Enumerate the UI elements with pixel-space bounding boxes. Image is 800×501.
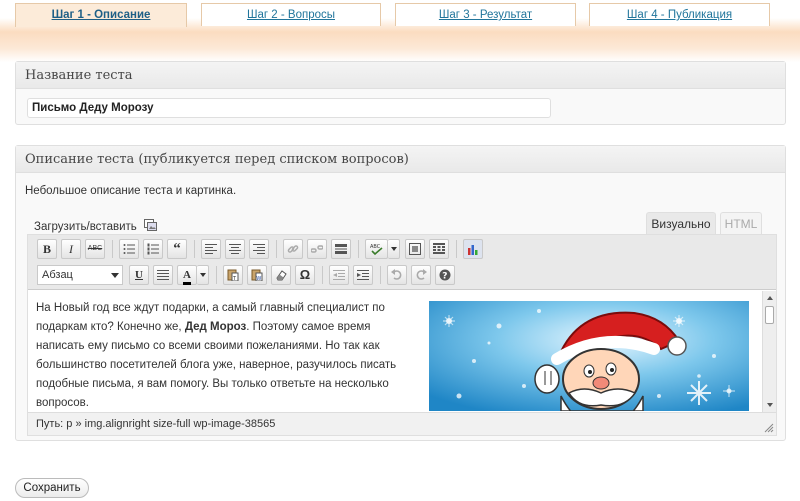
spellcheck-dropdown-icon[interactable] [388, 239, 400, 259]
special-char-icon[interactable]: Ω [295, 265, 315, 285]
rich-text-editor: B I ABC “ ABC Абзац U A T W Ω ? На Новый… [27, 234, 777, 436]
undo-icon[interactable] [387, 265, 407, 285]
chevron-down-icon [111, 273, 119, 278]
tab-step-1-link[interactable]: Шаг 1 - Описание [52, 9, 151, 21]
text-color-dropdown-icon[interactable] [197, 265, 209, 285]
toolbar-divider [216, 266, 217, 284]
align-right-icon[interactable] [249, 239, 269, 259]
underline-button[interactable]: U [129, 265, 149, 285]
outdent-icon[interactable] [329, 265, 349, 285]
bullet-list-icon[interactable] [119, 239, 139, 259]
tab-step-4-link[interactable]: Шаг 4 - Публикация [627, 9, 732, 21]
title-panel: Название теста [15, 61, 786, 125]
editor-scrollbar[interactable] [762, 291, 776, 412]
indent-icon[interactable] [353, 265, 373, 285]
svg-text:W: W [256, 276, 261, 281]
svg-text:?: ? [442, 272, 447, 282]
toolbar-divider [380, 266, 381, 284]
paste-text-icon[interactable]: T [223, 265, 243, 285]
editor-content[interactable]: На Новый год все ждут подарки, а самый г… [28, 291, 776, 412]
toolbar-divider [276, 240, 277, 258]
format-select[interactable]: Абзац [37, 265, 123, 285]
toolbar-divider [112, 240, 113, 258]
kitchen-sink-icon[interactable] [429, 239, 449, 259]
chart-plugin-icon[interactable] [463, 239, 483, 259]
description-panel-heading: Описание теста (публикуется перед списко… [16, 146, 785, 173]
scroll-thumb[interactable] [765, 306, 774, 324]
test-title-input[interactable] [27, 98, 551, 118]
tab-step-4[interactable]: Шаг 4 - Публикация [589, 3, 770, 26]
unlink-icon[interactable] [307, 239, 327, 259]
upload-insert-link[interactable]: Загрузить/вставить [34, 219, 157, 233]
fullscreen-icon[interactable] [405, 239, 425, 259]
numbered-list-icon[interactable] [143, 239, 163, 259]
scroll-down-icon[interactable] [763, 400, 776, 410]
tab-step-3[interactable]: Шаг 3 - Результат [395, 3, 576, 26]
toolbar-divider [194, 240, 195, 258]
tab-step-2-link[interactable]: Шаг 2 - Вопросы [247, 9, 335, 21]
editor-path-text: Путь: p » img.alignright size-full wp-im… [36, 418, 276, 430]
spellcheck-icon[interactable]: ABC [365, 239, 388, 259]
resize-handle-icon[interactable] [764, 423, 774, 433]
paste-word-icon[interactable]: W [247, 265, 267, 285]
strikethrough-label: ABC [87, 245, 103, 252]
html-tab[interactable]: HTML [720, 212, 762, 235]
santa-claus-image[interactable] [429, 301, 749, 411]
more-tag-icon[interactable] [331, 239, 351, 259]
editor-content-text[interactable]: На Новый год все ждут подарки, а самый г… [36, 299, 421, 412]
redo-icon[interactable] [411, 265, 431, 285]
editor-toolbar: B I ABC “ ABC Абзац U A T W Ω ? [28, 235, 776, 290]
description-panel: Описание теста (публикуется перед списко… [15, 145, 786, 441]
help-icon[interactable]: ? [435, 265, 455, 285]
toolbar-divider [456, 240, 457, 258]
upload-insert-label: Загрузить/вставить [34, 221, 137, 233]
save-button[interactable]: Сохранить [15, 478, 89, 498]
content-text-bold: Дед Мороз [184, 321, 247, 333]
link-icon[interactable] [283, 239, 303, 259]
scroll-up-icon[interactable] [763, 293, 776, 303]
eraser-icon[interactable] [271, 265, 291, 285]
blockquote-icon[interactable]: “ [167, 239, 187, 259]
tab-step-1[interactable]: Шаг 1 - Описание [15, 3, 187, 27]
justify-icon[interactable] [153, 265, 173, 285]
content-text-part-2: . Поэтому самое время написать ему письм… [36, 321, 397, 409]
italic-button[interactable]: I [61, 239, 81, 259]
strikethrough-button[interactable]: ABC [85, 239, 105, 259]
editor-path-bar: Путь: p » img.alignright size-full wp-im… [28, 412, 776, 435]
align-left-icon[interactable] [201, 239, 221, 259]
tab-step-3-link[interactable]: Шаг 3 - Результат [439, 9, 532, 21]
toolbar-divider [322, 266, 323, 284]
bold-button[interactable]: B [37, 239, 57, 259]
svg-text:ABC: ABC [370, 244, 381, 250]
text-color-icon[interactable]: A [177, 265, 197, 285]
description-hint: Небольшое описание теста и картинка. [25, 185, 237, 197]
align-center-icon[interactable] [225, 239, 245, 259]
media-icon[interactable] [143, 219, 157, 231]
tab-step-2[interactable]: Шаг 2 - Вопросы [201, 3, 381, 26]
format-select-value: Абзац [42, 269, 73, 281]
toolbar-divider [358, 240, 359, 258]
visual-tab[interactable]: Визуально [646, 212, 716, 235]
title-panel-heading: Название теста [16, 62, 785, 89]
